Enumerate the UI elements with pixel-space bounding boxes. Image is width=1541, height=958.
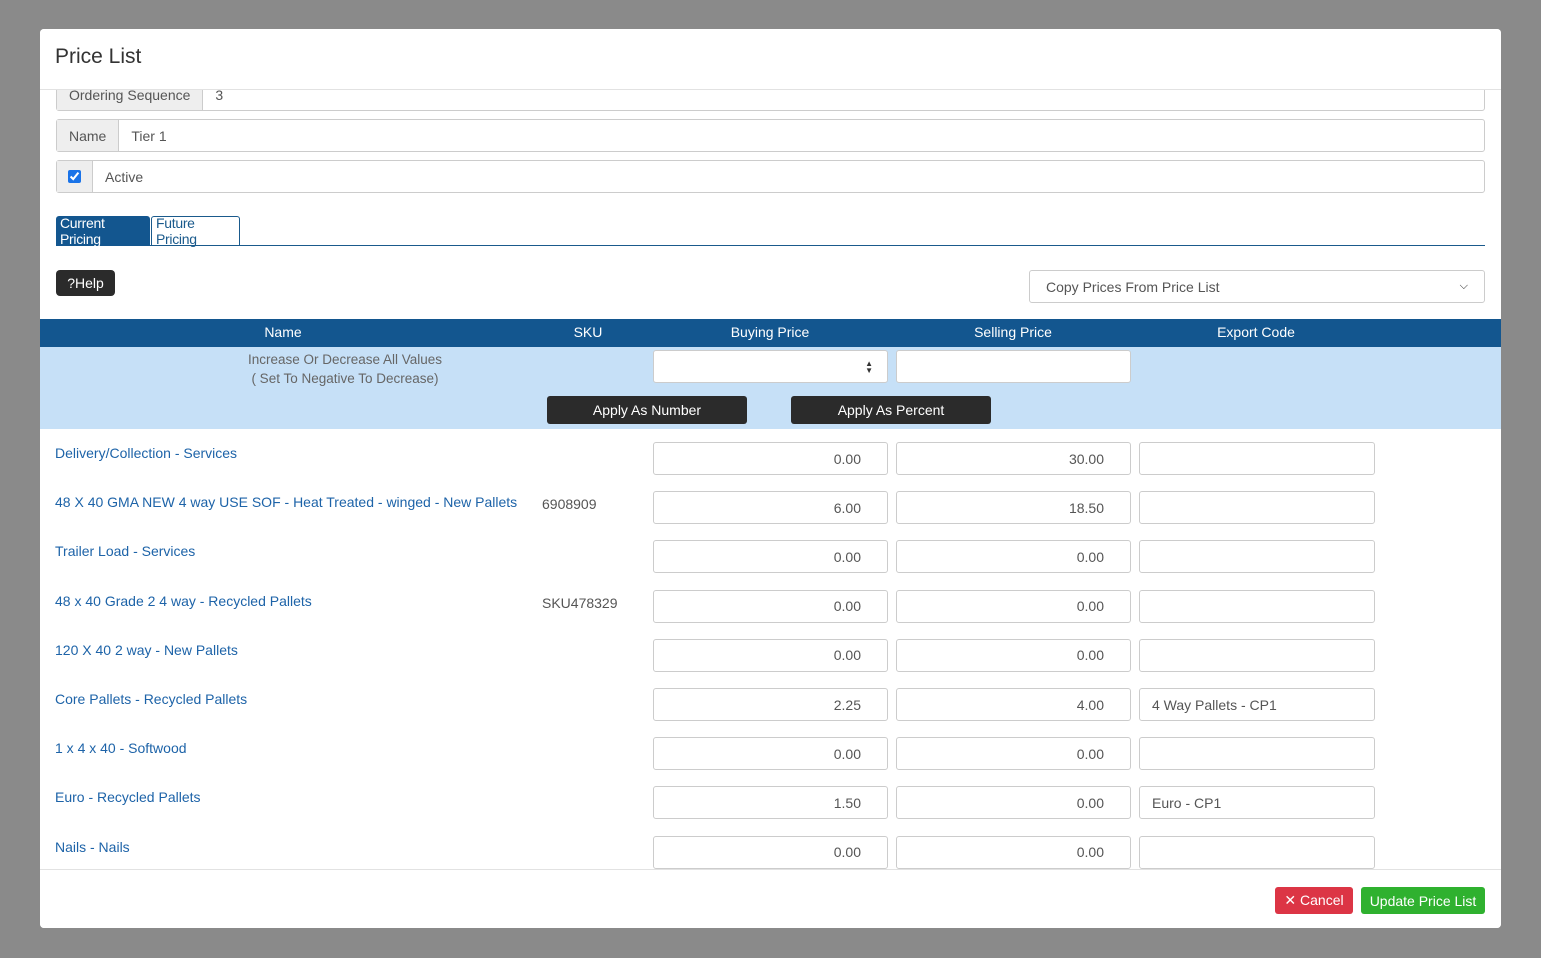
product-name-link[interactable]: 120 X 40 2 way - New Pallets: [55, 642, 238, 658]
table-header: Name SKU Buying Price Selling Price Expo…: [40, 319, 1501, 347]
spinner-icon[interactable]: ▲ ▼: [865, 359, 873, 374]
table-row: Nails - Nails 0.00 0.00: [40, 831, 1501, 869]
export-code-input[interactable]: [1139, 491, 1375, 525]
export-code-input[interactable]: [1139, 835, 1375, 869]
export-code-input[interactable]: 4 Way Pallets - CP1: [1139, 688, 1375, 721]
buying-price-input[interactable]: 0.00: [653, 835, 888, 869]
col-sku: SKU: [573, 324, 603, 340]
table-row: 48 x 40 Grade 2 4 way - Recycled Pallets…: [40, 585, 1501, 634]
table-row: Euro - Recycled Pallets 1.50 0.00 Euro -…: [40, 781, 1501, 830]
active-checkbox[interactable]: [68, 170, 81, 183]
modal-body[interactable]: Ordering Sequence 3 Name Tier 1 Active C…: [40, 90, 1501, 869]
selling-price-input[interactable]: 0.00: [896, 540, 1131, 574]
export-code-input[interactable]: [1139, 589, 1375, 623]
product-name-link[interactable]: Euro - Recycled Pallets: [55, 789, 201, 805]
help-button[interactable]: ?Help: [56, 270, 115, 296]
product-name-link[interactable]: Trailer Load - Services: [55, 543, 195, 559]
product-name-link[interactable]: Delivery/Collection - Services: [55, 445, 237, 461]
ordering-sequence-group: Ordering Sequence 3: [56, 90, 1485, 111]
name-input[interactable]: Tier 1: [119, 120, 1484, 151]
buying-price-input[interactable]: 0.00: [653, 540, 888, 574]
buying-price-input[interactable]: 0.00: [653, 589, 888, 623]
buying-price-input[interactable]: 6.00: [653, 491, 888, 525]
tab-current-pricing[interactable]: Current Pricing: [56, 215, 150, 247]
selling-price-input[interactable]: 0.00: [896, 638, 1131, 672]
selling-price-input[interactable]: 4.00: [896, 688, 1131, 721]
export-code-input[interactable]: [1139, 638, 1375, 672]
modal-title: Price List: [55, 45, 142, 68]
tab-future-pricing[interactable]: Future Pricing: [151, 215, 240, 247]
buying-price-input[interactable]: 0.00: [653, 442, 888, 475]
col-name: Name: [264, 324, 302, 340]
export-code-input[interactable]: [1139, 737, 1375, 771]
chevron-down-icon: ⌵: [1459, 280, 1468, 292]
modal-header: Price List: [40, 29, 1501, 90]
name-label: Name: [57, 120, 120, 151]
buying-price-input[interactable]: 0.00: [653, 638, 888, 672]
copy-prices-value: Copy Prices From Price List: [1046, 278, 1220, 295]
bulk-line2: ( Set To Negative To Decrease): [251, 371, 439, 386]
table-row: Core Pallets - Recycled Pallets 2.25 4.0…: [40, 683, 1501, 732]
bulk-number-input[interactable]: ▲ ▼: [653, 350, 888, 383]
bulk-adjust-text: Increase Or Decrease All Values ( Set To…: [230, 350, 460, 388]
active-group: Active: [56, 160, 1485, 193]
selling-price-input[interactable]: 0.00: [896, 786, 1131, 820]
active-label: Active: [105, 168, 144, 185]
cancel-button[interactable]: ✕ Cancel: [1275, 887, 1353, 914]
buying-price-input[interactable]: 2.25: [653, 688, 888, 721]
table-row: 48 X 40 GMA NEW 4 way USE SOF - Heat Tre…: [40, 486, 1501, 535]
export-code-input[interactable]: [1139, 540, 1375, 574]
active-checkbox-wrap: [57, 161, 93, 192]
selling-price-input[interactable]: 0.00: [896, 589, 1131, 623]
buying-price-input[interactable]: 1.50: [653, 786, 888, 820]
export-code-input[interactable]: Euro - CP1: [1139, 786, 1375, 820]
bulk-percent-input[interactable]: [896, 350, 1131, 383]
table-row: 120 X 40 2 way - New Pallets 0.00 0.00: [40, 634, 1501, 683]
table-row: 1 x 4 x 40 - Softwood 0.00 0.00: [40, 732, 1501, 781]
bulk-adjust-row: Increase Or Decrease All Values ( Set To…: [40, 347, 1501, 429]
export-code-input[interactable]: [1139, 442, 1375, 475]
product-sku: 6908909: [542, 496, 597, 513]
col-selling-price: Selling Price: [974, 324, 1052, 340]
apply-as-percent-button[interactable]: Apply As Percent: [791, 396, 991, 424]
price-list-modal: Price List Ordering Sequence 3 Name Tier…: [40, 29, 1501, 928]
selling-price-input[interactable]: 0.00: [896, 835, 1131, 869]
product-name-link[interactable]: 48 x 40 Grade 2 4 way - Recycled Pallets: [55, 593, 312, 609]
pricing-tabs: Current Pricing Future Pricing: [56, 215, 1485, 247]
col-buying-price: Buying Price: [730, 324, 810, 340]
copy-prices-select[interactable]: Copy Prices From Price List ⌵: [1029, 270, 1485, 303]
update-price-list-button[interactable]: Update Price List: [1361, 887, 1485, 914]
selling-price-input[interactable]: 30.00: [896, 442, 1131, 475]
product-name-link[interactable]: 1 x 4 x 40 - Softwood: [55, 740, 187, 756]
name-group: Name Tier 1: [56, 119, 1485, 152]
buying-price-input[interactable]: 0.00: [653, 737, 888, 771]
selling-price-input[interactable]: 18.50: [896, 491, 1131, 525]
ordering-sequence-input[interactable]: 3: [203, 90, 235, 110]
selling-price-input[interactable]: 0.00: [896, 737, 1131, 771]
bulk-line1: Increase Or Decrease All Values: [247, 352, 443, 367]
product-name-link[interactable]: Core Pallets - Recycled Pallets: [55, 691, 247, 707]
ordering-sequence-label: Ordering Sequence: [57, 90, 204, 110]
modal-footer: ✕ Cancel Update Price List: [40, 869, 1501, 928]
table-row: Trailer Load - Services 0.00 0.00: [40, 535, 1501, 584]
col-export-code: Export Code: [1217, 324, 1295, 340]
table-row: Delivery/Collection - Services 0.00 30.0…: [40, 437, 1501, 486]
product-name-link[interactable]: Nails - Nails: [55, 839, 130, 855]
product-sku: SKU478329: [542, 594, 618, 611]
apply-as-number-button[interactable]: Apply As Number: [547, 396, 747, 424]
product-name-link[interactable]: 48 X 40 GMA NEW 4 way USE SOF - Heat Tre…: [55, 494, 517, 510]
